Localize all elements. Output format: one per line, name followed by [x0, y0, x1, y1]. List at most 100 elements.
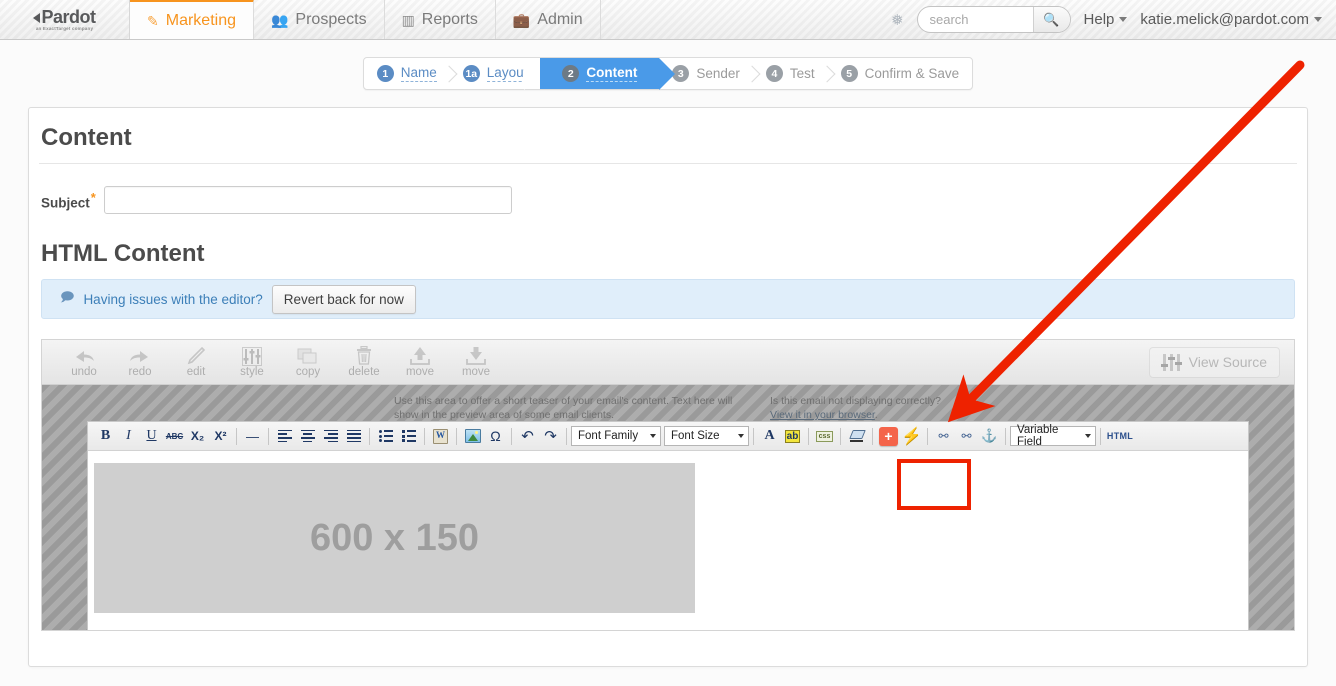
remove-formatting-button[interactable]: [845, 425, 868, 448]
background-color-button[interactable]: ab: [781, 425, 804, 448]
numbered-list-button[interactable]: [397, 425, 420, 448]
align-justify-button[interactable]: [342, 425, 365, 448]
toolbar-divider: [840, 427, 841, 445]
text-color-button[interactable]: A: [758, 425, 781, 448]
nav-tab-marketing[interactable]: ✎ Marketing: [130, 0, 254, 39]
wizard-step-content-number: 2: [562, 65, 580, 82]
css-button[interactable]: css: [813, 425, 836, 448]
unlink-button[interactable]: ⚯: [955, 425, 978, 448]
revert-back-button[interactable]: Revert back for now: [271, 284, 416, 314]
preheader-period: .: [874, 409, 878, 422]
horizontal-rule-button[interactable]: —: [241, 425, 264, 448]
rte-undo-button[interactable]: ↶: [516, 425, 539, 448]
paste-from-word-button[interactable]: [429, 425, 452, 448]
nav-tab-reports-label: Reports: [421, 10, 478, 28]
builder-delete-button[interactable]: delete: [336, 345, 392, 379]
toolbar-divider: [927, 427, 928, 445]
wizard-step-confirm-save[interactable]: 5 Confirm & Save: [828, 58, 973, 89]
search-box[interactable]: 🔍: [916, 6, 1071, 33]
image-placeholder[interactable]: 600 x 150: [94, 463, 695, 613]
chevron-down-icon: [738, 434, 744, 438]
chevron-down-icon: [1085, 434, 1091, 438]
wizard-step-name[interactable]: 1 Name: [364, 58, 450, 89]
wizard-step-confirm-save-label: Confirm & Save: [864, 65, 960, 81]
toolbar-divider: [424, 427, 425, 445]
rich-text-body[interactable]: 600 x 150: [88, 451, 1248, 630]
content-panel: Content Subject* HTML Content 🗩 Having i…: [28, 107, 1308, 667]
search-button[interactable]: 🔍: [1032, 7, 1070, 32]
variable-field-label: Variable Field: [1017, 424, 1059, 448]
builder-style-button[interactable]: style: [224, 346, 280, 379]
nav-tab-reports[interactable]: ▥ Reports: [385, 0, 496, 39]
wizard-step-content[interactable]: 2 Content: [524, 58, 676, 90]
builder-redo-button[interactable]: redo: [112, 346, 168, 379]
add-content-button[interactable]: +: [877, 425, 900, 448]
align-left-icon: [277, 428, 292, 444]
builder-move-down-button[interactable]: move: [448, 346, 504, 379]
user-menu[interactable]: katie.melick@pardot.com: [1140, 11, 1322, 28]
html-content-heading: HTML Content: [41, 240, 205, 267]
sliders-icon: [242, 346, 262, 366]
builder-edit-label: edit: [186, 365, 206, 378]
toolbar-divider: [369, 427, 370, 445]
font-size-select[interactable]: Font Size: [664, 426, 749, 446]
font-family-select[interactable]: Font Family: [571, 426, 661, 446]
insert-link-button[interactable]: ⚯: [932, 425, 955, 448]
toolbar-divider: [236, 427, 237, 445]
rte-redo-button[interactable]: ↷: [539, 425, 562, 448]
subscript-button[interactable]: X₂: [186, 425, 209, 448]
strikethrough-button[interactable]: ABC: [163, 425, 186, 448]
italic-button[interactable]: I: [117, 425, 140, 448]
wizard-step-test[interactable]: 4 Test: [753, 58, 828, 89]
preheader-browser-text: Is this email not displaying correctly? …: [770, 394, 941, 421]
variable-field-select[interactable]: Variable Field: [1010, 424, 1096, 448]
builder-copy-button[interactable]: copy: [280, 346, 336, 379]
builder-edit-button[interactable]: edit: [168, 346, 224, 379]
nav-tab-prospects-label: Prospects: [295, 10, 367, 28]
pardot-logo[interactable]: Pardot an ExactTarget company: [0, 0, 130, 39]
builder-style-label: style: [240, 365, 264, 378]
unlink-icon: ⚯: [961, 429, 972, 443]
search-input[interactable]: [917, 7, 1033, 32]
underline-button[interactable]: U: [140, 425, 163, 448]
special-character-button[interactable]: Ω: [484, 425, 507, 448]
subject-input[interactable]: [103, 186, 512, 214]
bullet-list-button[interactable]: [374, 425, 397, 448]
align-left-button[interactable]: [273, 425, 296, 448]
search-icon: 🔍: [1043, 11, 1060, 27]
insert-image-button[interactable]: [461, 425, 484, 448]
align-center-button[interactable]: [296, 425, 319, 448]
wizard-step-sender-label: Sender: [696, 65, 740, 81]
subject-label: Subject*: [41, 189, 96, 211]
editor-notice-text: Having issues with the editor?: [83, 291, 263, 307]
chevron-down-icon: [1314, 17, 1322, 22]
view-source-button[interactable]: View Source: [1148, 346, 1280, 378]
preheader-teaser-text[interactable]: Use this area to offer a short teaser of…: [394, 394, 752, 421]
html-source-button[interactable]: HTML: [1105, 425, 1135, 448]
toolbar-divider: [456, 427, 457, 445]
lightning-button[interactable]: ⚡: [900, 425, 923, 448]
lightning-bolt-icon: ⚡: [901, 428, 922, 445]
builder-move-up-button[interactable]: move: [392, 346, 448, 379]
wizard-step-layout-label: Layout: [486, 65, 528, 82]
redo-arrow-icon: [128, 346, 152, 366]
word-clipboard-icon: [433, 428, 448, 444]
eraser-icon: [849, 430, 864, 442]
speech-bubble-icon: 🗩: [60, 289, 75, 304]
align-right-button[interactable]: [319, 425, 342, 448]
view-in-browser-link[interactable]: View it in your browser: [770, 409, 875, 421]
font-size-label: Font Size: [671, 430, 720, 442]
bold-button[interactable]: B: [94, 425, 117, 448]
nav-tab-admin[interactable]: 💼 Admin: [496, 0, 601, 39]
builder-undo-button[interactable]: undo: [56, 346, 112, 379]
nav-tab-marketing-label: Marketing: [165, 11, 236, 29]
nav-tab-prospects[interactable]: 👥 Prospects: [254, 0, 385, 39]
html-label: HTML: [1106, 431, 1134, 441]
snowflake-icon[interactable]: ❅: [891, 11, 904, 29]
email-builder: undo redo edit style copy delete move mo…: [41, 339, 1295, 631]
superscript-button[interactable]: X²: [209, 425, 232, 448]
wizard-steps: 1 Name 1a Layout 2 Content 3 Sender 4 Te…: [362, 57, 974, 90]
anchor-button[interactable]: ⚓: [978, 425, 1001, 448]
help-menu[interactable]: Help: [1084, 11, 1128, 28]
wizard-step-name-number: 1: [376, 65, 394, 82]
